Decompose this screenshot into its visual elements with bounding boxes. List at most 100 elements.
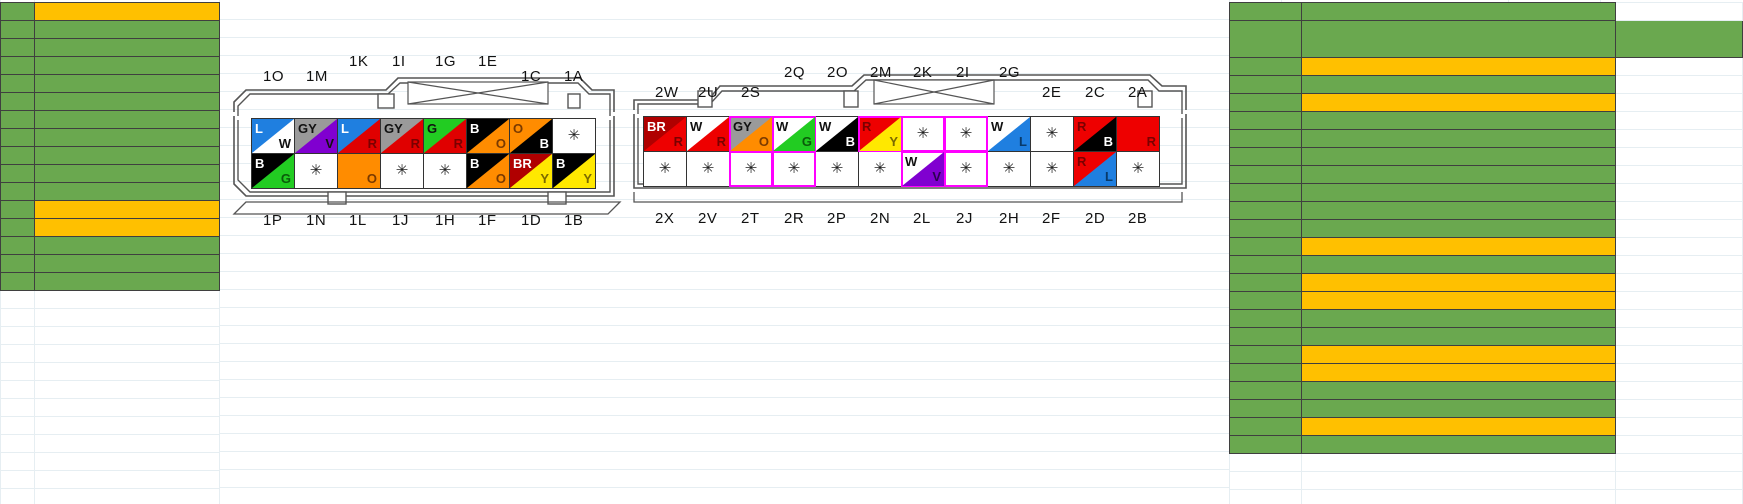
empty-sheet-row[interactable]: [1229, 489, 1743, 504]
empty-sheet-row[interactable]: [0, 380, 220, 399]
pin-code-cell[interactable]: [1229, 435, 1302, 454]
pin-code-cell[interactable]: [1229, 345, 1302, 364]
pin-description-cell[interactable]: [1300, 291, 1616, 310]
pin-code-cell[interactable]: [0, 2, 35, 21]
empty-cell[interactable]: [0, 452, 35, 471]
pin-description-cell[interactable]: [1300, 165, 1616, 184]
pin-description-cell[interactable]: [1300, 417, 1616, 436]
right-pin-row[interactable]: [1229, 309, 1743, 328]
pin-cell-1o[interactable]: LW: [251, 118, 295, 154]
empty-cell[interactable]: [0, 362, 35, 381]
empty-cell[interactable]: [1229, 471, 1302, 490]
pin-cell-1e[interactable]: BO: [466, 118, 510, 154]
pin-code-cell[interactable]: [0, 146, 35, 165]
pin-code-cell[interactable]: [0, 110, 35, 129]
pin-code-cell[interactable]: [0, 74, 35, 93]
pin-cell-2h[interactable]: ✳: [987, 151, 1031, 187]
empty-sheet-row[interactable]: [0, 326, 220, 345]
pin-description-cell[interactable]: [1300, 399, 1616, 418]
right-pin-row[interactable]: [1229, 111, 1743, 130]
empty-cell[interactable]: [34, 362, 220, 381]
pin-code-cell[interactable]: [0, 128, 35, 147]
empty-cell[interactable]: [1614, 489, 1743, 504]
pin-description-cell[interactable]: [1300, 255, 1616, 274]
left-pin-row[interactable]: [0, 38, 220, 57]
pin-code-cell[interactable]: [0, 254, 35, 273]
empty-cell[interactable]: [1614, 111, 1743, 130]
empty-cell[interactable]: [1229, 489, 1302, 504]
pin-code-cell[interactable]: [1229, 291, 1302, 310]
pin-code-cell[interactable]: [1229, 111, 1302, 130]
empty-cell[interactable]: [1614, 165, 1743, 184]
empty-cell[interactable]: [0, 380, 35, 399]
pin-code-cell[interactable]: [0, 164, 35, 183]
pin-code-cell[interactable]: [1229, 237, 1302, 256]
empty-cell[interactable]: [1614, 93, 1743, 112]
pin-cell-2v[interactable]: ✳: [686, 151, 730, 187]
empty-cell[interactable]: [0, 434, 35, 453]
empty-cell[interactable]: [34, 344, 220, 363]
pin-cell-1c[interactable]: OB: [509, 118, 553, 154]
pin-cell-2r[interactable]: ✳: [772, 151, 816, 187]
pin-code-cell[interactable]: [1229, 399, 1302, 418]
right-pin-row[interactable]: [1229, 93, 1743, 112]
pin-code-cell[interactable]: [1229, 255, 1302, 274]
pin-cell-1f[interactable]: BO: [466, 153, 510, 189]
pin-code-cell[interactable]: [0, 218, 35, 237]
pin-cell-2j[interactable]: ✳: [944, 151, 988, 187]
pin-code-cell[interactable]: [1229, 129, 1302, 148]
pin-code-cell[interactable]: [1229, 417, 1302, 436]
pin-description-cell[interactable]: [1300, 75, 1616, 94]
empty-sheet-row[interactable]: [0, 416, 220, 435]
empty-cell[interactable]: [1229, 453, 1302, 472]
right-pin-row[interactable]: [1229, 291, 1743, 310]
empty-cell[interactable]: [34, 416, 220, 435]
empty-cell[interactable]: [0, 416, 35, 435]
pin-description-cell[interactable]: [1300, 93, 1616, 112]
pin-description-cell[interactable]: [34, 20, 220, 39]
pin-cell-2i[interactable]: ✳: [944, 116, 988, 152]
pin-cell-1a[interactable]: ✳: [552, 118, 596, 154]
pin-description-cell[interactable]: [1300, 363, 1616, 382]
right-pin-row[interactable]: [1229, 219, 1743, 238]
left-pin-row[interactable]: [0, 56, 220, 75]
pin-code-cell[interactable]: [0, 200, 35, 219]
pin-description-cell[interactable]: [34, 254, 220, 273]
pin-description-cell[interactable]: [34, 38, 220, 57]
empty-cell[interactable]: [1614, 399, 1743, 418]
pin-description-cell[interactable]: [1300, 57, 1616, 76]
pin-description-cell[interactable]: [1300, 273, 1616, 292]
right-pin-row[interactable]: [1229, 129, 1743, 148]
pin-cell-2w[interactable]: BR R: [643, 116, 687, 152]
left-pin-row[interactable]: [0, 2, 220, 21]
pin-description-cell[interactable]: [34, 164, 220, 183]
pin-code-cell[interactable]: [1229, 165, 1302, 184]
empty-sheet-row[interactable]: [0, 362, 220, 381]
pin-description-cell[interactable]: [34, 182, 220, 201]
left-pin-row[interactable]: [0, 218, 220, 237]
pin-cell-2e[interactable]: ✳: [1030, 116, 1074, 152]
pin-description-cell[interactable]: [1300, 147, 1616, 166]
left-pin-row[interactable]: [0, 74, 220, 93]
pin-description-cell[interactable]: [1300, 129, 1616, 148]
empty-cell[interactable]: [1614, 417, 1743, 436]
right-pin-row[interactable]: [1229, 20, 1743, 58]
empty-cell[interactable]: [0, 308, 35, 327]
empty-sheet-row[interactable]: [0, 344, 220, 363]
left-pin-row[interactable]: [0, 128, 220, 147]
empty-cell[interactable]: [1614, 219, 1743, 238]
pin-description-cell[interactable]: [34, 56, 220, 75]
right-pin-row[interactable]: [1229, 75, 1743, 94]
pin-description-cell[interactable]: [1300, 111, 1616, 130]
pin-cell-2a[interactable]: R: [1116, 116, 1160, 152]
empty-cell[interactable]: [34, 434, 220, 453]
empty-cell[interactable]: [34, 326, 220, 345]
pin-description-cell[interactable]: [1300, 435, 1616, 454]
pin-code-cell[interactable]: [1229, 2, 1302, 21]
pin-description-cell[interactable]: [1300, 237, 1616, 256]
empty-cell[interactable]: [1300, 453, 1616, 472]
pin-cell-1d[interactable]: BR Y: [509, 153, 553, 189]
pin-description-cell[interactable]: [34, 128, 220, 147]
pin-code-cell[interactable]: [1229, 201, 1302, 220]
pin-code-cell[interactable]: [1229, 20, 1302, 58]
